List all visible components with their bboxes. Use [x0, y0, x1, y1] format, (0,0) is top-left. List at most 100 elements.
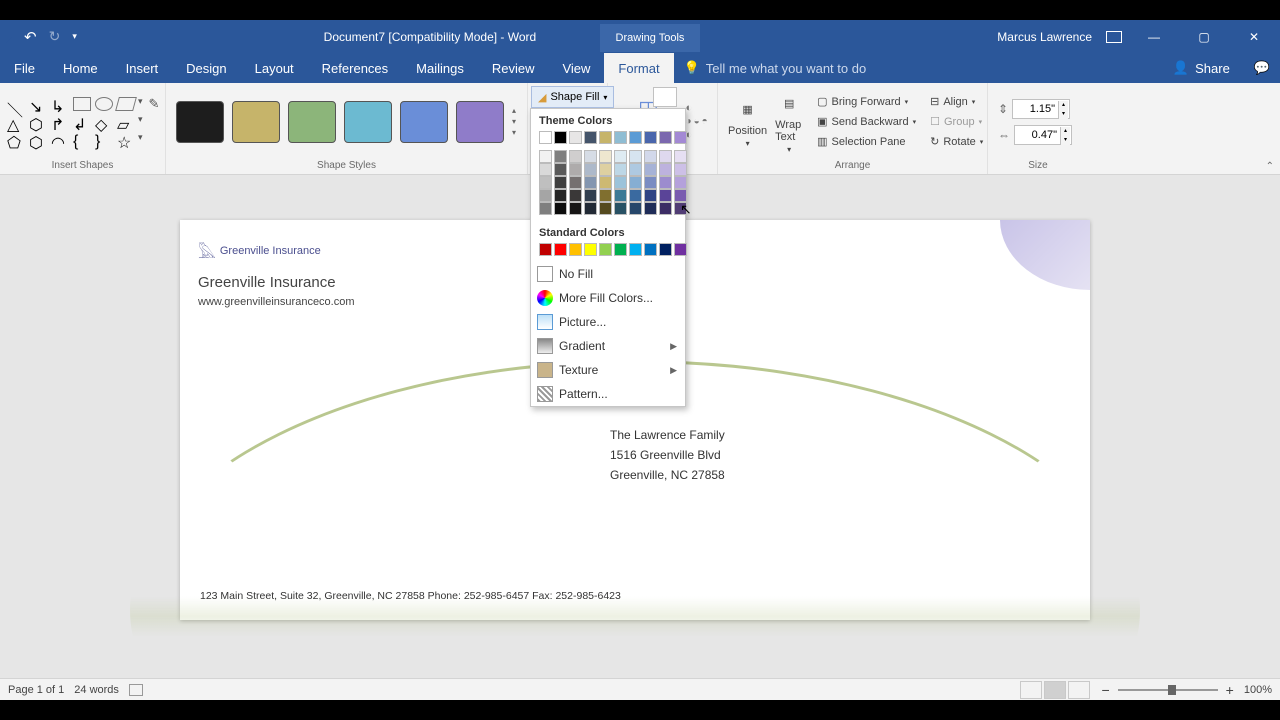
color-swatch[interactable] [659, 202, 672, 215]
more-colors-item[interactable]: More Fill Colors... [531, 286, 685, 310]
color-swatch[interactable] [569, 131, 582, 144]
height-input[interactable]: 1.15"▴▾ [1012, 99, 1070, 119]
undo-icon[interactable]: ↶ [24, 28, 37, 46]
shape-outline-preview[interactable] [653, 87, 677, 107]
style-swatch[interactable] [456, 101, 504, 143]
color-swatch[interactable] [584, 243, 597, 256]
color-swatch[interactable] [554, 189, 567, 202]
color-swatch[interactable] [644, 189, 657, 202]
share-button[interactable]: 👤 Share [1159, 53, 1244, 83]
tab-references[interactable]: References [308, 53, 402, 83]
send-backward-button[interactable]: ▣Send Backward ▾ [813, 113, 920, 130]
zoom-out-button[interactable]: − [1101, 682, 1109, 698]
word-count[interactable]: 24 words [74, 684, 119, 696]
color-swatch[interactable] [599, 150, 612, 163]
align-button[interactable]: ⊟Align ▾ [926, 93, 987, 110]
color-swatch[interactable] [569, 150, 582, 163]
color-swatch[interactable] [539, 189, 552, 202]
color-swatch[interactable] [569, 202, 582, 215]
zoom-level[interactable]: 100% [1244, 684, 1272, 696]
color-swatch[interactable] [644, 243, 657, 256]
color-swatch[interactable] [599, 163, 612, 176]
zoom-slider[interactable] [1118, 689, 1218, 691]
tab-file[interactable]: File [0, 53, 49, 83]
color-swatch[interactable] [584, 131, 597, 144]
gradient-item[interactable]: Gradient▶ [531, 334, 685, 358]
proofing-icon[interactable] [129, 684, 143, 696]
page-indicator[interactable]: Page 1 of 1 [8, 684, 64, 696]
color-swatch[interactable] [584, 189, 597, 202]
color-swatch[interactable] [644, 150, 657, 163]
color-swatch[interactable] [569, 163, 582, 176]
shape-fill-button[interactable]: ◢ Shape Fill ▾ [531, 86, 614, 108]
color-swatch[interactable] [554, 243, 567, 256]
no-fill-item[interactable]: No Fill [531, 262, 685, 286]
account-icon[interactable] [1106, 31, 1122, 43]
tell-me-search[interactable]: 💡 Tell me what you want to do [674, 53, 1159, 83]
style-swatch[interactable] [176, 101, 224, 143]
pattern-item[interactable]: Pattern... [531, 382, 685, 406]
theme-colors-row1[interactable] [531, 131, 685, 150]
color-swatch[interactable] [584, 176, 597, 189]
color-swatch[interactable] [659, 176, 672, 189]
tab-review[interactable]: Review [478, 53, 549, 83]
color-swatch[interactable] [674, 131, 687, 144]
close-button[interactable]: ✕ [1236, 20, 1272, 53]
color-swatch[interactable] [614, 176, 627, 189]
tab-design[interactable]: Design [172, 53, 240, 83]
read-mode-button[interactable] [1020, 681, 1042, 699]
color-swatch[interactable] [569, 243, 582, 256]
color-swatch[interactable] [629, 243, 642, 256]
style-swatch[interactable] [344, 101, 392, 143]
color-swatch[interactable] [614, 163, 627, 176]
style-swatch[interactable] [400, 101, 448, 143]
theme-colors-shades[interactable] [531, 150, 685, 221]
tab-insert[interactable]: Insert [112, 53, 173, 83]
minimize-button[interactable]: — [1136, 20, 1172, 53]
shapes-gallery[interactable]: ＼↘↳▾✎ △⬡↱↲◇▱▾ ⬠⬡◠{}☆▾ [6, 96, 159, 148]
standard-colors-row[interactable] [531, 243, 685, 262]
color-swatch[interactable] [584, 150, 597, 163]
color-swatch[interactable] [629, 150, 642, 163]
width-input[interactable]: 0.47"▴▾ [1014, 125, 1072, 145]
color-swatch[interactable] [539, 176, 552, 189]
color-swatch[interactable] [674, 150, 687, 163]
tab-layout[interactable]: Layout [241, 53, 308, 83]
color-swatch[interactable] [599, 189, 612, 202]
color-swatch[interactable] [554, 163, 567, 176]
shape-styles-gallery[interactable]: ▴▾▾ [172, 85, 521, 158]
corner-shape[interactable] [1000, 220, 1090, 290]
color-swatch[interactable] [599, 202, 612, 215]
texture-item[interactable]: Texture▶ [531, 358, 685, 382]
style-swatch[interactable] [288, 101, 336, 143]
color-swatch[interactable] [599, 131, 612, 144]
color-swatch[interactable] [644, 176, 657, 189]
color-swatch[interactable] [629, 176, 642, 189]
color-swatch[interactable] [539, 131, 552, 144]
wrap-text-button[interactable]: ▤ Wrap Text▾ [771, 89, 807, 154]
color-swatch[interactable] [614, 150, 627, 163]
redo-icon[interactable]: ↻ [49, 28, 61, 45]
print-layout-button[interactable] [1044, 681, 1066, 699]
color-swatch[interactable] [554, 131, 567, 144]
color-swatch[interactable] [629, 163, 642, 176]
color-swatch[interactable] [554, 176, 567, 189]
color-swatch[interactable] [644, 131, 657, 144]
style-swatch[interactable] [232, 101, 280, 143]
maximize-button[interactable]: ▢ [1186, 20, 1222, 53]
color-swatch[interactable] [584, 202, 597, 215]
color-swatch[interactable] [659, 163, 672, 176]
color-swatch[interactable] [644, 163, 657, 176]
tab-view[interactable]: View [548, 53, 604, 83]
color-swatch[interactable] [539, 150, 552, 163]
tab-mailings[interactable]: Mailings [402, 53, 478, 83]
color-swatch[interactable] [614, 189, 627, 202]
selection-pane-button[interactable]: ▥Selection Pane [813, 133, 920, 150]
zoom-in-button[interactable]: + [1226, 682, 1234, 698]
picture-item[interactable]: Picture... [531, 310, 685, 334]
tab-home[interactable]: Home [49, 53, 112, 83]
color-swatch[interactable] [659, 150, 672, 163]
color-swatch[interactable] [554, 202, 567, 215]
color-swatch[interactable] [674, 163, 687, 176]
color-swatch[interactable] [554, 150, 567, 163]
